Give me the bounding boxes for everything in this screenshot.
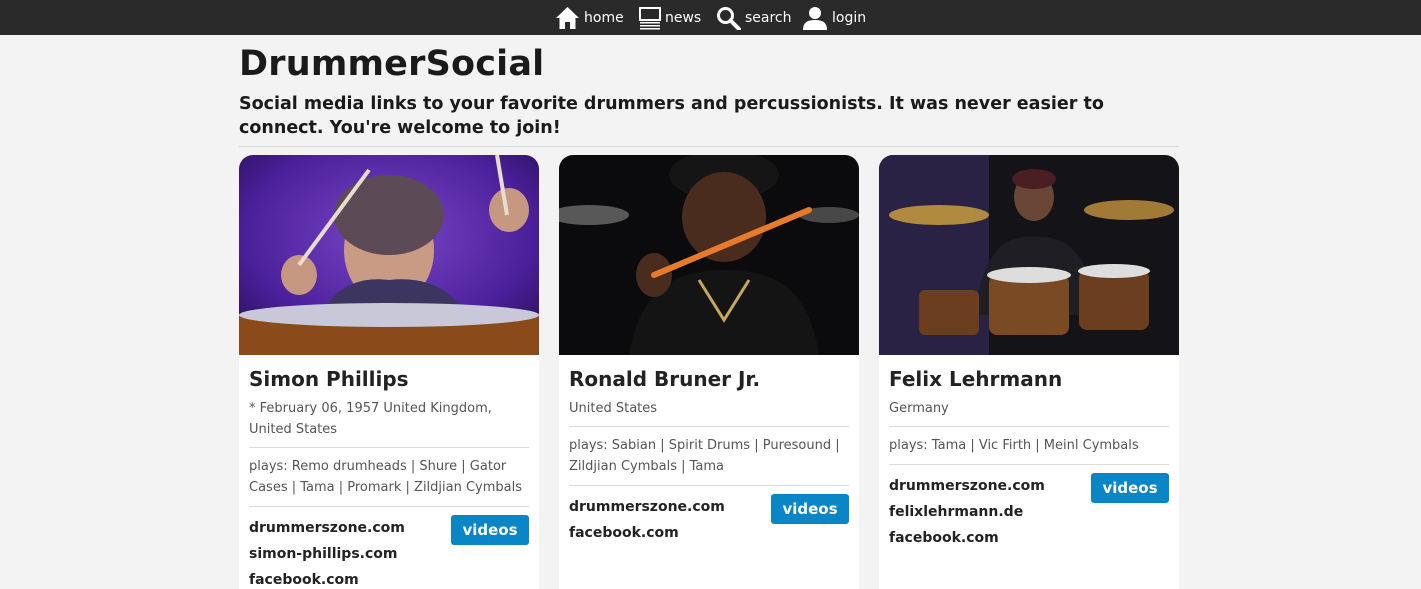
drummer-links: drummerszone.com facebook.com videos <box>569 494 849 546</box>
nav-home-label: home <box>584 9 624 26</box>
drummer-name: Simon Phillips <box>249 367 409 391</box>
drummer-card: Simon Phillips * February 06, 1957 Unite… <box>239 155 539 589</box>
nav-search-link[interactable]: search <box>716 0 792 35</box>
top-nav-bar: home news search login <box>0 0 1421 35</box>
drummer-name: Ronald Bruner Jr. <box>569 367 761 391</box>
drummer-photo[interactable] <box>559 155 859 355</box>
drummer-photo[interactable] <box>239 155 539 355</box>
nav-login-label: login <box>832 9 867 26</box>
nav-search-label: search <box>745 9 792 26</box>
drummer-card: Felix Lehrmann Germany plays: Tama | Vic… <box>879 155 1179 589</box>
site-tagline: Social media links to your favorite drum… <box>239 94 1104 138</box>
link-facebook[interactable]: facebook.com <box>249 567 529 589</box>
search-icon <box>717 6 741 30</box>
nav-news-label: news <box>665 9 702 26</box>
drummer-info: United States <box>569 398 849 427</box>
videos-button[interactable]: videos <box>771 494 849 524</box>
drummer-plays: plays: Sabian | Spirit Drums | Puresound… <box>569 435 849 486</box>
nav-news-link[interactable]: news <box>639 0 701 35</box>
site-title: DrummerSocial <box>239 44 545 84</box>
drummer-info: * February 06, 1957 United Kingdom, Unit… <box>249 398 529 448</box>
home-icon <box>556 6 579 29</box>
drummer-photo[interactable] <box>879 155 1179 355</box>
videos-button[interactable]: videos <box>1091 473 1169 503</box>
drummer-info: Germany <box>889 398 1169 427</box>
news-icon <box>639 6 661 29</box>
link-facebook[interactable]: facebook.com <box>889 525 1169 551</box>
videos-button[interactable]: videos <box>451 515 529 545</box>
drummer-links: drummerszone.com felixlehrmann.de facebo… <box>889 473 1169 551</box>
drummer-card: Ronald Bruner Jr. United States plays: S… <box>559 155 859 589</box>
drummer-links: drummerszone.com simon-phillips.com face… <box>249 515 529 589</box>
nav-login-link[interactable]: login <box>802 0 866 35</box>
nav-home-link[interactable]: home <box>555 0 624 35</box>
user-icon <box>803 6 827 30</box>
drummer-name: Felix Lehrmann <box>889 367 1063 391</box>
drummer-plays: plays: Tama | Vic Firth | Meinl Cymbals <box>889 435 1169 465</box>
drummer-plays: plays: Remo drumheads | Shure | Gator Ca… <box>249 456 529 507</box>
header-divider <box>239 146 1179 147</box>
